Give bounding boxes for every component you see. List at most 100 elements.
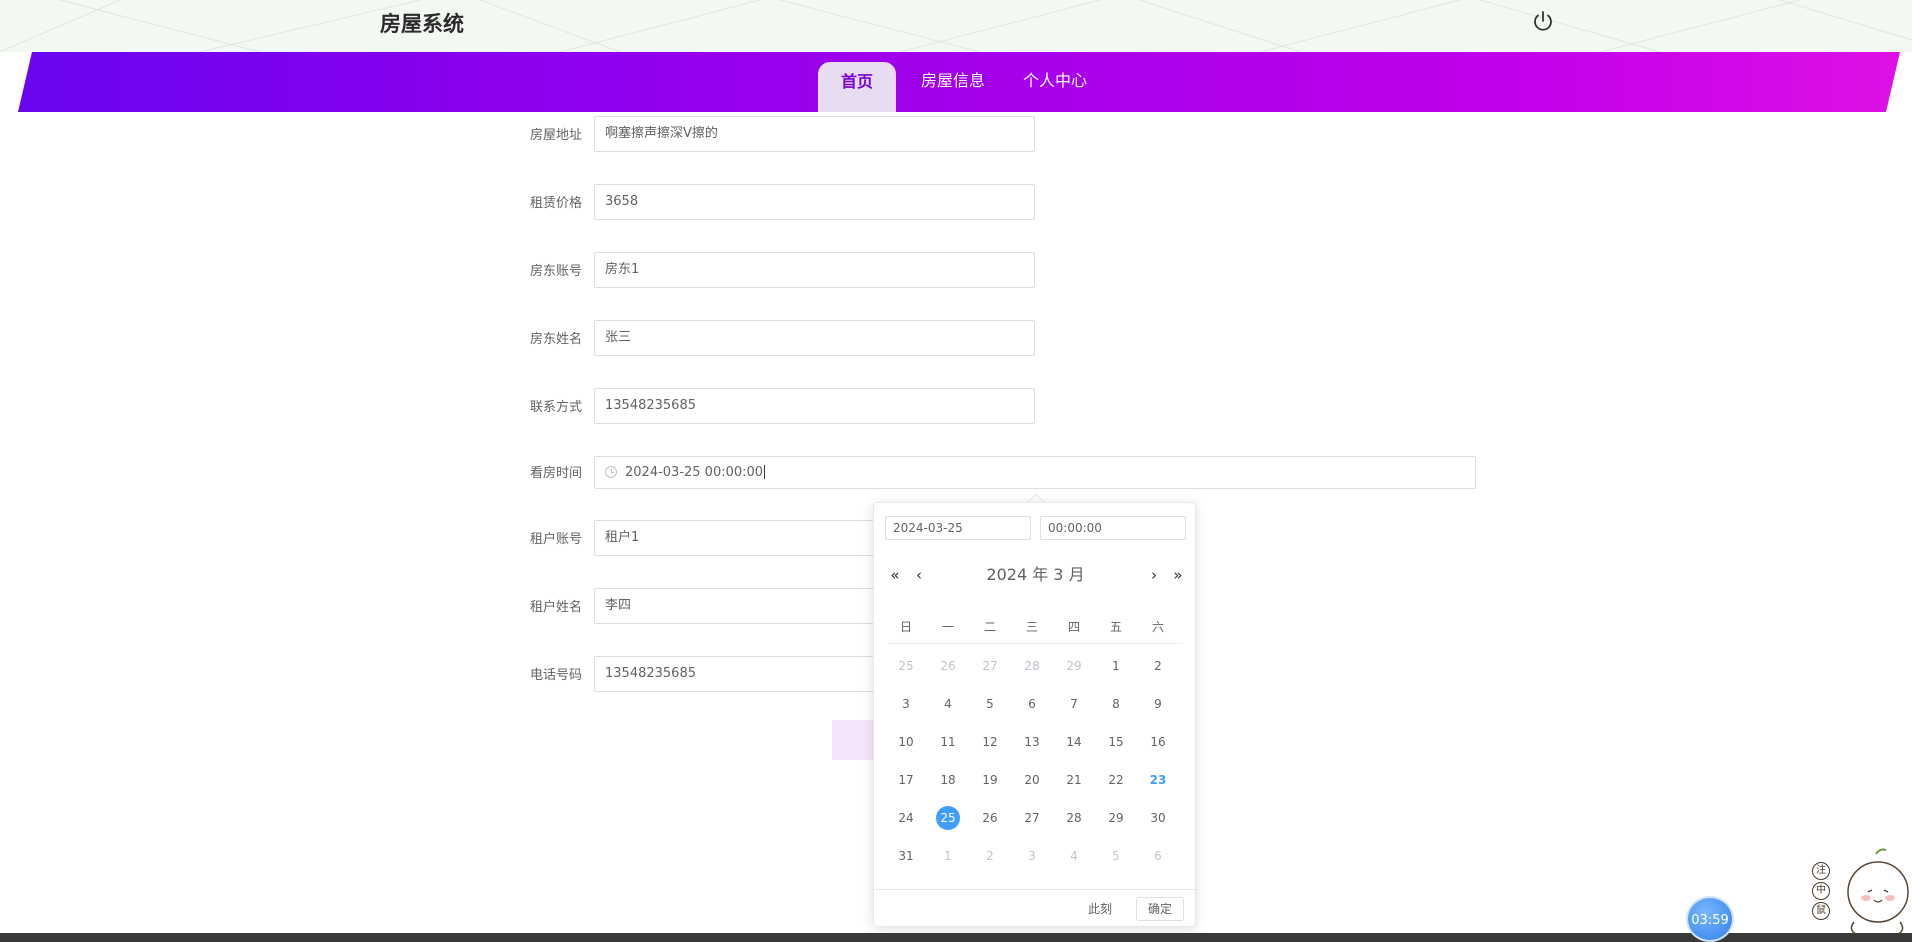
- datetime-picker: 2024-03-25 00:00:00 « ‹ 2024 年 3 月 › » 日…: [873, 502, 1196, 927]
- day-number: 6: [1154, 849, 1162, 863]
- day-cell[interactable]: 26: [928, 653, 968, 679]
- day-cell[interactable]: 3: [1012, 843, 1052, 869]
- day-number: 28: [1024, 659, 1040, 673]
- next-year-icon[interactable]: »: [1168, 565, 1188, 585]
- day-cell[interactable]: 10: [886, 729, 926, 755]
- picker-date-input[interactable]: 2024-03-25: [885, 516, 1031, 540]
- day-cell[interactable]: 4: [928, 691, 968, 717]
- form-row-landlord-name: 房东姓名 张三: [0, 320, 1912, 360]
- next-month-icon[interactable]: ›: [1144, 565, 1164, 585]
- day-cell[interactable]: 27: [1012, 805, 1052, 831]
- day-number: 6: [1028, 697, 1036, 711]
- landlord-name-label: 房东姓名: [529, 332, 582, 347]
- day-number: 1: [944, 849, 952, 863]
- power-icon[interactable]: [1530, 9, 1556, 35]
- day-cell[interactable]: 19: [970, 767, 1010, 793]
- side-widget-icon-3[interactable]: 鼠: [1812, 902, 1830, 920]
- address-field[interactable]: 啊塞擦声擦深V擦的: [594, 116, 1035, 152]
- top-header: 房屋系统: [0, 0, 1912, 52]
- day-cell[interactable]: 11: [928, 729, 968, 755]
- day-cell[interactable]: 2: [1138, 653, 1178, 679]
- day-cell[interactable]: 16: [1138, 729, 1178, 755]
- viewing-time-field[interactable]: 2024-03-25 00:00:00: [594, 456, 1476, 489]
- weekday-header: 日: [899, 620, 912, 634]
- picker-time-input[interactable]: 00:00:00: [1040, 516, 1186, 540]
- price-field[interactable]: 3658: [594, 184, 1035, 220]
- day-number: 17: [898, 773, 914, 787]
- day-cell[interactable]: 20: [1012, 767, 1052, 793]
- form-row-viewing-time: 看房时间 2024-03-25 00:00:00: [0, 456, 1912, 496]
- form-row-address: 房屋地址 啊塞擦声擦深V擦的: [0, 116, 1912, 156]
- day-cell[interactable]: 6: [1012, 691, 1052, 717]
- landlord-name-field[interactable]: 张三: [594, 320, 1035, 356]
- day-number: 2: [1154, 659, 1162, 673]
- form-row-price: 租赁价格 3658: [0, 184, 1912, 224]
- day-number: 13: [1024, 735, 1040, 749]
- day-cell[interactable]: 14: [1054, 729, 1094, 755]
- day-cell[interactable]: 2: [970, 843, 1010, 869]
- day-cell[interactable]: 1: [1096, 653, 1136, 679]
- day-cell[interactable]: 17: [886, 767, 926, 793]
- weekday-header: 二: [983, 620, 996, 634]
- address-label: 房屋地址: [529, 128, 582, 143]
- now-button[interactable]: 此刻: [1088, 900, 1112, 917]
- day-cell[interactable]: 29: [1096, 805, 1136, 831]
- tab-house-info[interactable]: 房屋信息: [910, 62, 996, 112]
- day-number: 26: [982, 811, 998, 825]
- tenant-name-label: 租户姓名: [529, 600, 582, 615]
- day-cell[interactable]: 12: [970, 729, 1010, 755]
- day-cell[interactable]: 31: [886, 843, 926, 869]
- day-cell[interactable]: 5: [1096, 843, 1136, 869]
- day-cell[interactable]: 13: [1012, 729, 1052, 755]
- day-cell[interactable]: 9: [1138, 691, 1178, 717]
- day-cell[interactable]: 3: [886, 691, 926, 717]
- day-cell[interactable]: 5: [970, 691, 1010, 717]
- day-cell[interactable]: 8: [1096, 691, 1136, 717]
- landlord-account-label: 房东账号: [529, 264, 582, 279]
- day-number: 9: [1154, 697, 1162, 711]
- weekday-header: 四: [1067, 620, 1080, 634]
- mascot-icon[interactable]: [1840, 848, 1912, 940]
- day-cell[interactable]: 18: [928, 767, 968, 793]
- day-number: 29: [1066, 659, 1082, 673]
- tab-personal-center[interactable]: 个人中心: [1010, 62, 1100, 112]
- day-number: 12: [982, 735, 998, 749]
- day-number: 4: [1070, 849, 1078, 863]
- weekday-divider: [888, 643, 1183, 644]
- confirm-button[interactable]: 确定: [1136, 897, 1184, 921]
- day-cell[interactable]: 24: [886, 805, 926, 831]
- text-caret: [764, 464, 766, 479]
- clock-icon: [605, 465, 617, 478]
- day-cell[interactable]: 22: [1096, 767, 1136, 793]
- day-cell[interactable]: 15: [1096, 729, 1136, 755]
- day-cell[interactable]: 23: [1138, 767, 1178, 793]
- day-cell[interactable]: 27: [970, 653, 1010, 679]
- viewing-time-value: 2024-03-25 00:00:00: [625, 465, 764, 480]
- landlord-account-field[interactable]: 房东1: [594, 252, 1035, 288]
- day-number: 16: [1150, 735, 1166, 749]
- contact-field[interactable]: 13548235685: [594, 388, 1035, 424]
- day-cell[interactable]: 30: [1138, 805, 1178, 831]
- day-cell[interactable]: 26: [970, 805, 1010, 831]
- day-cell[interactable]: 6: [1138, 843, 1178, 869]
- tenant-account-label: 租户账号: [529, 532, 582, 547]
- tab-home-label: 首页: [840, 72, 873, 91]
- timer-badge[interactable]: 03:59: [1686, 896, 1734, 942]
- weekday-header: 一: [941, 620, 954, 634]
- day-cell[interactable]: 29: [1054, 653, 1094, 679]
- day-cell[interactable]: 4: [1054, 843, 1094, 869]
- day-cell[interactable]: 25: [886, 653, 926, 679]
- day-cell[interactable]: 28: [1012, 653, 1052, 679]
- header-background-pattern: [0, 0, 1912, 52]
- side-widget-icon-2[interactable]: 中: [1812, 882, 1830, 900]
- day-cell[interactable]: 7: [1054, 691, 1094, 717]
- side-widget-icon-1[interactable]: 注: [1812, 862, 1830, 880]
- day-number: 27: [1024, 811, 1040, 825]
- day-cell[interactable]: 21: [1054, 767, 1094, 793]
- day-cell[interactable]: 28: [1054, 805, 1094, 831]
- day-number: 27: [982, 659, 998, 673]
- tab-home[interactable]: 首页: [818, 62, 896, 112]
- day-number: 8: [1112, 697, 1120, 711]
- day-cell-selected[interactable]: 25: [928, 805, 968, 831]
- day-cell[interactable]: 1: [928, 843, 968, 869]
